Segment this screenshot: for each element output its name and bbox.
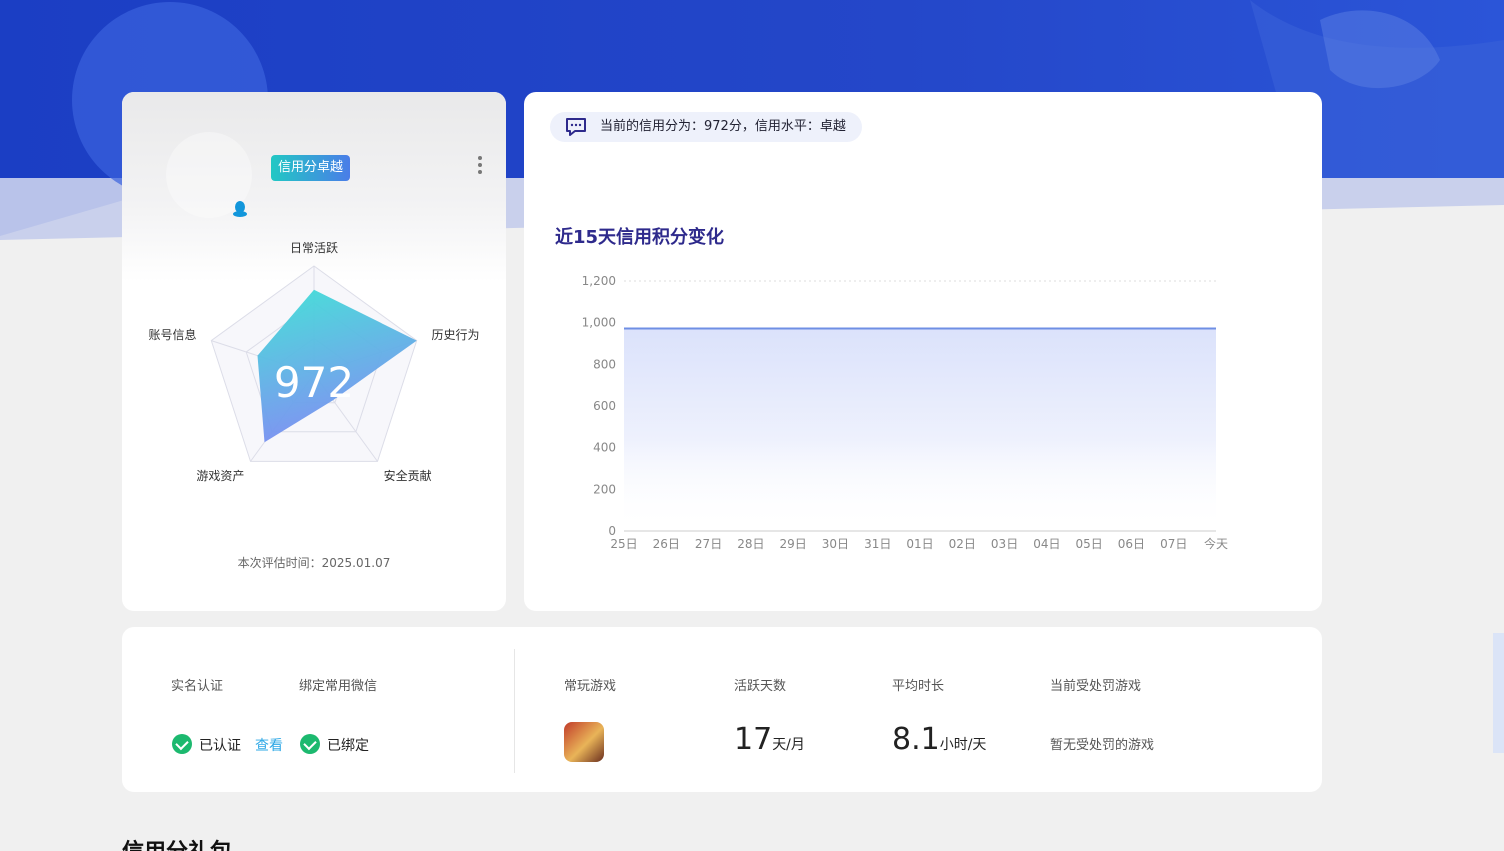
y-tick-label: 1,000	[582, 316, 616, 330]
radar-label: 日常活跃	[290, 242, 338, 255]
y-tick-label: 800	[593, 357, 616, 371]
account-stats-card: 实名认证 绑定常用微信 已认证 查看 已绑定 常玩游戏 活跃天数 17天/月 平…	[122, 627, 1322, 792]
y-tick-label: 1,200	[582, 274, 616, 288]
credit-line-chart: 0 200 400 600 800 1,000 1,200 25日 26日 27日 28日 29日 30…	[582, 274, 1228, 551]
y-tick-label: 600	[593, 399, 616, 413]
x-tick-label: 25日	[610, 537, 637, 551]
x-tick-label: 02日	[949, 537, 976, 551]
check-icon	[172, 734, 192, 754]
x-tick-label: 06日	[1118, 537, 1145, 551]
check-icon	[300, 734, 320, 754]
more-menu-icon[interactable]	[474, 154, 486, 176]
x-tick-label: 01日	[906, 537, 933, 551]
evaluation-time: 本次评估时间：2025.01.07	[237, 556, 391, 570]
view-link[interactable]: 查看	[255, 735, 283, 755]
x-tick-label: 03日	[991, 537, 1018, 551]
penalty-label: 当前受处罚游戏	[1050, 679, 1142, 694]
x-tick-label: 29日	[780, 537, 807, 551]
y-tick-label: 400	[593, 441, 616, 455]
x-tick-label: 27日	[695, 537, 722, 551]
radar-label: 游戏资产	[196, 469, 244, 483]
x-tick-label: 26日	[653, 537, 680, 551]
x-tick-label: 31日	[864, 537, 891, 551]
realname-status: 已认证	[199, 738, 241, 754]
y-tick-label: 0	[608, 524, 616, 538]
avg-duration-label: 平均时长	[892, 679, 945, 694]
radar-label: 安全贡献	[384, 468, 432, 483]
avg-duration-value: 8.1小时/天	[892, 722, 987, 757]
realname-label: 实名认证	[171, 679, 224, 694]
x-tick-label: 04日	[1033, 537, 1060, 551]
active-days-label: 活跃天数	[734, 679, 787, 694]
penalty-value: 暂无受处罚的游戏	[1050, 738, 1155, 753]
credit-profile-card: 信用分卓越 日常活跃历史行为安全贡献 游戏资产 账号信息 972 本次评估时间：20…	[122, 92, 506, 611]
radar-label: 历史行为	[432, 328, 480, 342]
games-label: 常玩游戏	[564, 679, 617, 694]
game-icon[interactable]	[564, 722, 604, 762]
side-tab[interactable]	[1493, 633, 1504, 753]
qq-icon	[233, 201, 247, 217]
x-tick-label: 05日	[1076, 537, 1103, 551]
x-tick-label: 28日	[737, 537, 764, 551]
credit-score: 972	[274, 358, 354, 407]
credit-chart-card: 当前的信用分为：972分，信用水平：卓越 近15天信用积分变化 0 200 400 6…	[524, 92, 1322, 611]
divider	[514, 649, 515, 773]
active-days-value: 17天/月	[734, 722, 805, 757]
section-title: 信用分礼包	[122, 834, 232, 851]
radar-label: 账号信息	[148, 327, 196, 342]
chart-area	[624, 328, 1216, 531]
radar-chart: 日常活跃历史行为安全贡献 游戏资产 账号信息 972	[148, 242, 480, 483]
x-tick-label: 07日	[1160, 537, 1187, 551]
wechat-label: 绑定常用微信	[299, 679, 378, 694]
credit-level-badge: 信用分卓越	[271, 155, 351, 181]
wechat-status: 已绑定	[327, 738, 369, 754]
x-tick-label: 今天	[1204, 536, 1228, 551]
x-tick-label: 30日	[822, 537, 849, 551]
y-tick-label: 200	[593, 482, 616, 496]
